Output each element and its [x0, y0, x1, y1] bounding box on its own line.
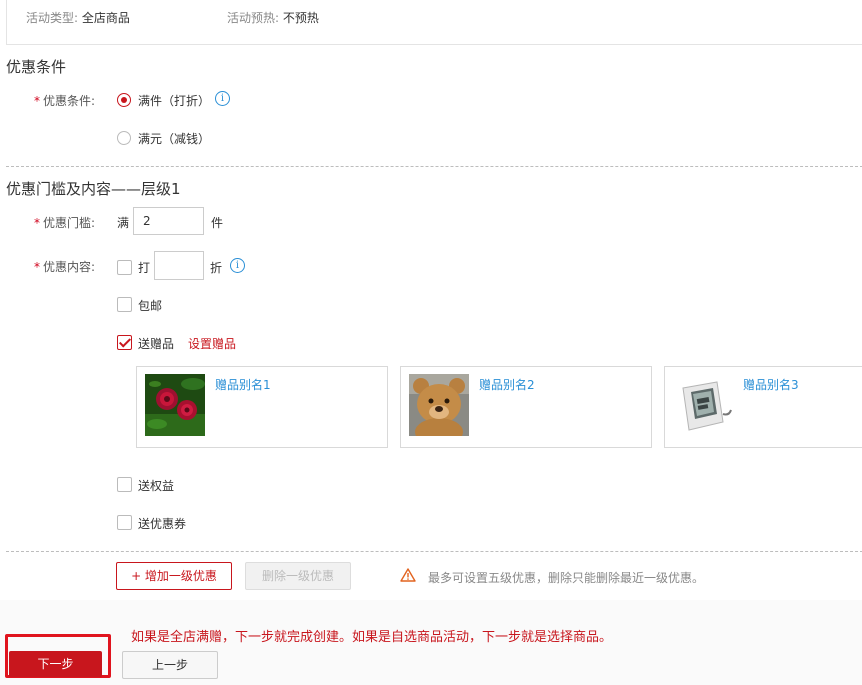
gift-label[interactable]: 送赠品: [138, 335, 174, 352]
benefit-checkbox[interactable]: [117, 477, 132, 492]
previous-step-button[interactable]: 上一步: [122, 651, 218, 679]
red-flower-image: [145, 374, 205, 436]
activity-type: 活动类型: 全店商品: [26, 9, 130, 26]
gift-checkbox[interactable]: [117, 335, 132, 350]
warning-icon: [400, 568, 416, 582]
threshold-suffix: 件: [211, 216, 224, 230]
digital-hygrometer-image: [673, 374, 733, 436]
radio-by-quantity[interactable]: [117, 93, 131, 107]
next-step-note: 如果是全店满赠，下一步就完成创建。如果是自选商品活动，下一步就是选择商品。: [131, 630, 613, 645]
teddy-bear-image: [409, 374, 469, 436]
activity-type-value: 全店商品: [81, 11, 130, 25]
gift-name[interactable]: 赠品别名1: [215, 376, 271, 393]
free-shipping-label[interactable]: 包邮: [138, 297, 162, 314]
activity-preheat-value: 不预热: [282, 11, 319, 25]
section-divider: [6, 166, 862, 167]
activity-preheat-key: 活动预热:: [227, 11, 280, 25]
content-label: * 优惠内容:: [34, 260, 96, 274]
activity-type-key: 活动类型:: [26, 11, 79, 25]
radio-by-amount-label[interactable]: 满元（减钱）: [138, 130, 210, 147]
section-divider: [6, 551, 862, 552]
info-icon[interactable]: i: [230, 258, 245, 273]
next-step-button[interactable]: 下一步: [9, 651, 102, 677]
free-shipping-checkbox[interactable]: [117, 297, 132, 312]
activity-info-box: [6, 0, 862, 45]
threshold-prefix: 满: [117, 216, 130, 230]
gift-card[interactable]: 赠品别名3: [664, 366, 862, 448]
discount-checkbox[interactable]: [117, 260, 132, 275]
delete-tier-button[interactable]: 删除一级优惠: [245, 562, 351, 590]
discount-input[interactable]: [154, 251, 204, 280]
activity-preheat: 活动预热: 不预热: [227, 9, 319, 26]
radio-by-amount[interactable]: [117, 131, 131, 145]
gift-name[interactable]: 赠品别名2: [479, 376, 535, 393]
radio-by-quantity-label[interactable]: 满件（打折）: [138, 92, 210, 109]
gift-card[interactable]: 赠品别名1: [136, 366, 388, 448]
tier-limit-hint: 最多可设置五级优惠，删除只能删除最近一级优惠。: [428, 571, 705, 585]
gift-card[interactable]: 赠品别名2: [400, 366, 652, 448]
condition-label: * 优惠条件:: [34, 94, 96, 108]
set-gift-link[interactable]: 设置赠品: [188, 335, 236, 352]
coupon-label[interactable]: 送优惠券: [138, 515, 186, 532]
threshold-label: * 优惠门槛:: [34, 216, 96, 230]
condition-section-title: 优惠条件: [6, 58, 67, 76]
tier-section-title: 优惠门槛及内容——层级1: [6, 180, 181, 198]
coupon-checkbox[interactable]: [117, 515, 132, 530]
discount-prefix: 打: [138, 261, 151, 275]
threshold-quantity-input[interactable]: 2: [133, 207, 204, 235]
info-icon[interactable]: i: [215, 91, 230, 106]
gift-name[interactable]: 赠品别名3: [743, 376, 799, 393]
discount-suffix: 折: [210, 261, 223, 275]
benefit-label[interactable]: 送权益: [138, 477, 174, 494]
add-tier-button[interactable]: + 增加一级优惠: [116, 562, 232, 590]
